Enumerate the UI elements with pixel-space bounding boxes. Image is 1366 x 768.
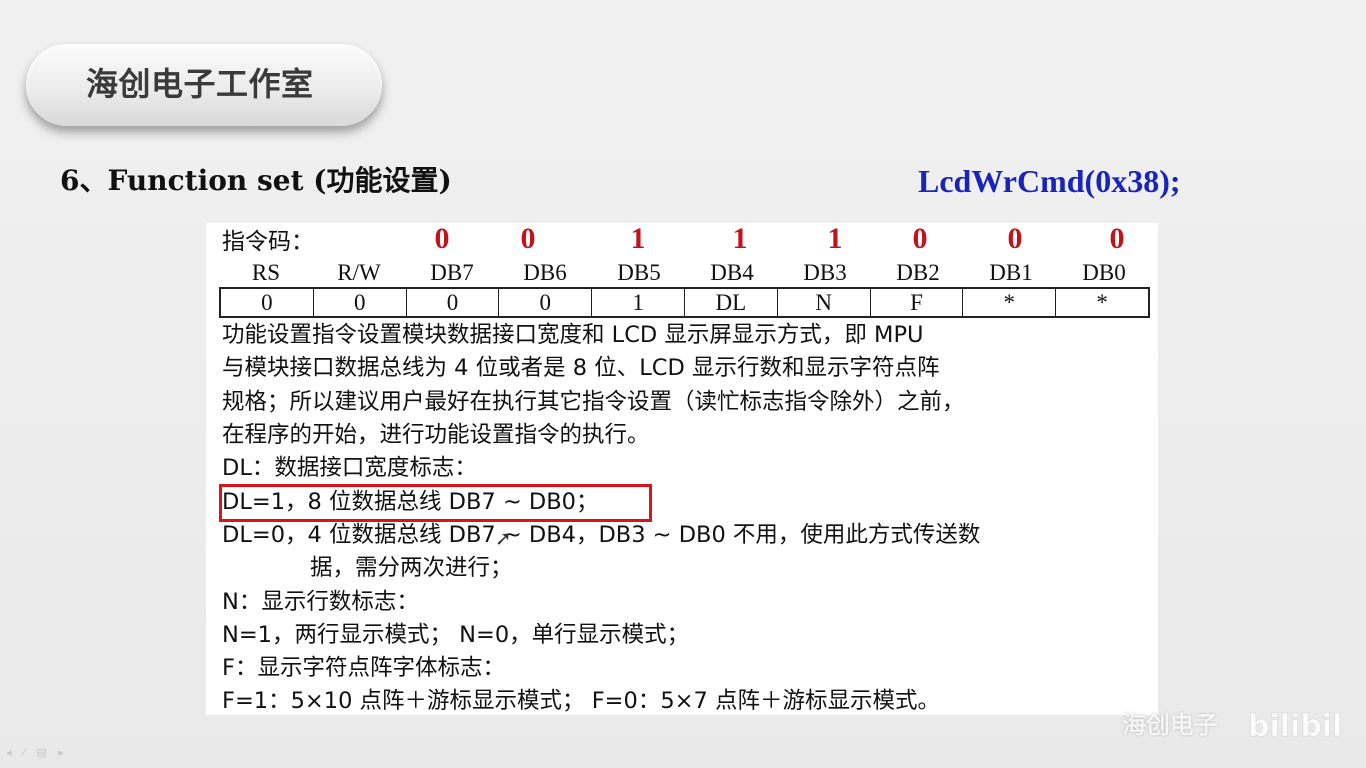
instruction-code-label: 指令码： [222,229,314,255]
column-header-rs: RS [251,260,281,285]
studio-name: 海创电子工作室 [86,65,314,103]
description-line: 与模块接口数据总线为 4 位或者是 8 位、LCD 显示行数和显示字符点阵 [222,355,940,381]
code-snippet: LcdWrCmd(0x38); [918,163,1181,199]
description-line: 规格；所以建议用户最好在执行其它指令设置（读忙标志指令除外）之前， [222,389,965,415]
column-header-db4: DB4 [710,260,754,285]
cell-db6: 0 [499,289,593,316]
bit-db3: 1 [827,222,843,255]
column-header-db3: DB3 [803,260,847,285]
watermark-text: 海创电子 [1122,711,1218,739]
description-line: 在程序的开始，进行功能设置指令的执行。 [222,422,650,448]
cell-db4: DL [685,289,778,316]
bit-db2: 0 [912,222,928,255]
slide-title: 6、Function set (功能设置) [60,164,452,197]
description-line: 据，需分两次进行； [310,555,513,581]
column-header-db5: DB5 [617,260,661,285]
slide-controls[interactable]: ◂ ⁄ ▤ ▸ [6,746,68,760]
cell-db0: * [1096,290,1108,315]
instruction-panel: 指令码： 0 0 1 1 1 0 0 0 RS R/W DB7 DB6 DB5 … [206,223,1158,715]
bit-db5: 1 [630,222,646,255]
cell-rw: 0 [314,289,407,316]
description-line: DL：数据接口宽度标志： [222,455,477,481]
cell-db7: 0 [407,289,500,316]
bit-db1: 0 [1007,222,1023,255]
cell-rs: 0 [221,289,314,316]
cell-db1: * [963,289,1057,316]
description-line: 功能设置指令设置模块数据接口宽度和 LCD 显示屏显示方式，即 MPU [222,322,924,348]
cell-db3: N [778,289,871,316]
bit-db0: 0 [1109,222,1125,255]
column-header-rw: R/W [337,260,381,285]
column-header-db2: DB2 [896,260,940,285]
cell-db5: 1 [592,289,685,316]
description-line: F：显示字符点阵字体标志： [222,655,505,681]
column-header-db1: DB1 [989,260,1033,285]
bit-db6: 0 [520,222,536,255]
instruction-table: 0 0 0 0 1 DL N F * * [219,287,1150,318]
arrow-cursor-icon: ➚ [495,526,512,550]
svg-text:bilibili: bilibili [1248,709,1344,744]
description-line: F=1：5×10 点阵＋游标显示模式； F=0：5×7 点阵＋游标显示模式。 [222,688,940,714]
column-header-db6: DB6 [523,260,567,285]
bilibili-logo-icon: bilibili [1248,709,1344,744]
description-line: N=1，两行显示模式； N=0，单行显示模式； [222,622,690,648]
column-header-db0: DB0 [1082,260,1126,285]
highlight-box [219,484,652,522]
column-header-db7: DB7 [430,260,474,285]
description-line: DL=0，4 位数据总线 DB7 ~ DB4，DB3 ~ DB0 不用，使用此方… [222,522,981,548]
description-line: N：显示行数标志： [222,589,419,615]
bit-db7: 0 [434,222,450,255]
bit-db4: 1 [732,222,748,255]
cell-db2: F [871,289,964,316]
